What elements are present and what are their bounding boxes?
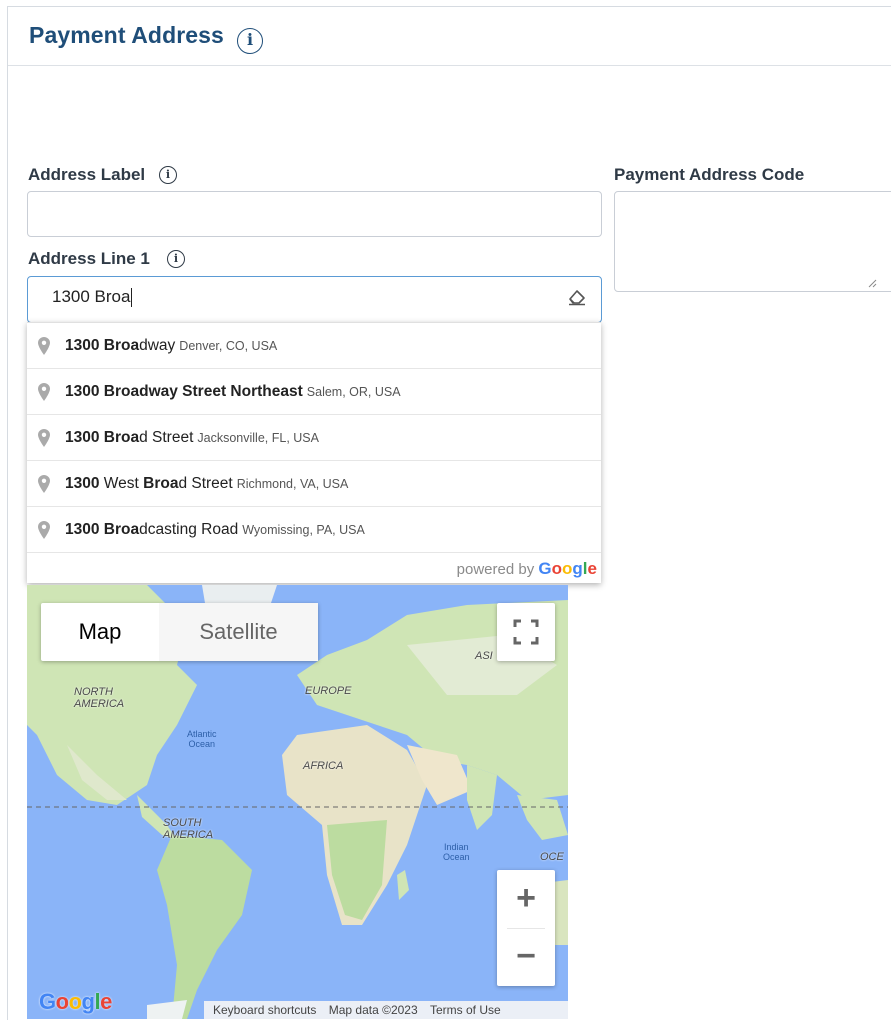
address-line1-value: 1300 Broa	[52, 287, 133, 308]
payment-address-code-label: Payment Address Code	[614, 165, 805, 184]
address-label-input[interactable]	[27, 191, 602, 237]
autocomplete-item[interactable]: 1300 Broad Street Jacksonville, FL, USA	[27, 415, 601, 461]
autocomplete-item[interactable]: 1300 Broadway Denver, CO, USA	[27, 323, 601, 369]
map-data-text: Map data ©2023	[328, 1003, 418, 1017]
panel-title: Payment Address	[29, 22, 224, 48]
eraser-icon[interactable]	[567, 288, 587, 306]
zoom-out-button[interactable]: −	[497, 928, 555, 986]
map-type-map-button[interactable]: Map	[41, 603, 159, 661]
panel-header: Payment Address i	[8, 7, 891, 66]
map-label-africa: AFRICA	[303, 760, 344, 772]
map-label-atlantic: Atlantic Ocean	[187, 729, 217, 749]
resize-handle-icon[interactable]	[867, 278, 877, 288]
keyboard-shortcuts-link[interactable]: Keyboard shortcuts	[213, 1003, 316, 1017]
zoom-in-button[interactable]: +	[497, 870, 555, 928]
fullscreen-icon	[513, 619, 539, 645]
map-label-north-america: NORTH AMERICA	[74, 686, 125, 710]
terms-of-use-link[interactable]: Terms of Use	[430, 1003, 501, 1017]
powered-by-google: powered by Google	[456, 559, 597, 578]
map-pin-icon	[38, 475, 50, 493]
info-icon[interactable]: i	[167, 250, 185, 268]
map-pin-icon	[38, 429, 50, 447]
map-footer: Keyboard shortcuts Map data ©2023 Terms …	[204, 1001, 568, 1019]
address-line1-label: Address Line 1	[28, 249, 150, 268]
address-line1-input[interactable]: 1300 Broa	[27, 276, 602, 323]
map-pin-icon	[38, 383, 50, 401]
map-type-satellite-button[interactable]: Satellite	[159, 603, 318, 661]
payment-address-code-textarea[interactable]	[614, 191, 891, 292]
google-logo: Google	[39, 989, 112, 1014]
map-label-europe: EUROPE	[305, 685, 352, 697]
map-type-control: Map Satellite	[41, 603, 318, 661]
map-view[interactable]: NORTH AMERICA EUROPE ASI AFRICA SOUTH AMER…	[27, 585, 568, 1019]
google-logo: Google	[538, 559, 597, 578]
info-icon[interactable]: i	[237, 28, 263, 54]
autocomplete-dropdown: 1300 Broadway Denver, CO, USA 1300 Broadw…	[27, 322, 601, 583]
map-pin-icon	[38, 521, 50, 539]
map-label-south-america: SOUTH AMERICA	[163, 817, 214, 841]
map-label-asia: ASI	[475, 650, 493, 662]
map-label-indian: Indian Ocean	[443, 842, 470, 862]
map-label-oceania: OCE	[540, 851, 564, 863]
info-icon[interactable]: i	[159, 166, 177, 184]
fullscreen-button[interactable]	[497, 603, 555, 661]
autocomplete-item[interactable]: 1300 Broadway Street Northeast Salem, OR,…	[27, 369, 601, 415]
autocomplete-item[interactable]: 1300 Broadcasting Road Wyomissing, PA, US…	[27, 507, 601, 553]
address-label-label: Address Label	[28, 165, 146, 184]
zoom-control: + −	[497, 870, 555, 986]
map-pin-icon	[38, 337, 50, 355]
autocomplete-item[interactable]: 1300 West Broad Street Richmond, VA, USA	[27, 461, 601, 507]
